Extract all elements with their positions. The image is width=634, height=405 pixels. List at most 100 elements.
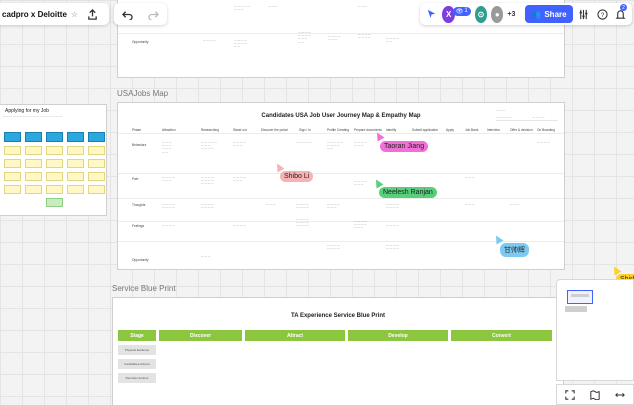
- journey-column-header: Sign / In: [299, 128, 311, 132]
- sticky-note: [88, 172, 105, 181]
- note: — — —: [268, 5, 278, 8]
- lane-candidates-actions: Candidates Actions: [118, 359, 156, 369]
- sticky-note: [67, 159, 84, 168]
- notification-badge: 2: [620, 4, 628, 11]
- applying-frame-title: Applying for my Job: [5, 108, 49, 114]
- pointer-icon[interactable]: [424, 4, 438, 24]
- sticky-note: [4, 185, 21, 194]
- stage-convert: Convert: [451, 330, 552, 341]
- share-label: Share: [544, 9, 567, 19]
- star-icon[interactable]: ☆: [71, 10, 78, 19]
- sticky-note: [67, 185, 84, 194]
- note: — — — — — — — —: [201, 203, 214, 210]
- board-title[interactable]: cadpro x Deloitte: [2, 10, 67, 19]
- blueprint-title: TA Experience Service Blue Print: [290, 313, 386, 319]
- note: — — — — — — — —: [296, 203, 309, 210]
- journey-card: [67, 132, 84, 142]
- sticky-note: [67, 146, 84, 155]
- note: — — — — — — — — — — —: [327, 141, 343, 151]
- reaction-badge[interactable]: 👁 1: [452, 6, 471, 16]
- divider: [118, 33, 564, 34]
- divider: [118, 173, 564, 174]
- journey-row-header: Behaviors: [132, 143, 147, 147]
- journey-card: [25, 132, 42, 142]
- stage-header: Stage: [118, 330, 156, 341]
- note: — — — —— — — —— — — —: [201, 176, 214, 186]
- note: — — — — — — — —: [386, 244, 399, 251]
- stage-develop: Develop: [348, 330, 448, 341]
- note: — — — —— — —: [233, 141, 246, 148]
- sticky-note: [4, 146, 21, 155]
- journey-column-header: On Boarding: [537, 128, 555, 132]
- note: — — — —— — — —— — — —: [296, 218, 309, 228]
- note: — — —: [266, 203, 276, 206]
- journey-column-header: Identify: [386, 128, 397, 132]
- zoom-width-icon[interactable]: [610, 385, 630, 405]
- sticky-note: [25, 159, 42, 168]
- journey-column-header: Researching: [201, 128, 219, 132]
- share-button[interactable]: 👥 Share: [525, 5, 573, 23]
- note: — — — — — — — — — — —: [354, 220, 367, 230]
- note: — — — —: [233, 224, 246, 227]
- sticky-note: [46, 159, 63, 168]
- stage-attract: Attract: [245, 330, 345, 341]
- note: — — — — — — — — — — — —: [201, 141, 217, 151]
- blueprint-frame[interactable]: TA Experience Service Blue Print: [112, 297, 564, 405]
- bottom-right-toolbar: [556, 384, 634, 405]
- journey-column-header: Interview: [487, 128, 500, 132]
- sticky-note: [4, 172, 21, 181]
- note: — — — —— — —: [328, 35, 341, 42]
- note: — — — — — — — — — —: [234, 39, 247, 49]
- redo-icon[interactable]: [144, 4, 164, 24]
- avatar[interactable]: ●: [491, 5, 504, 23]
- journey-row-header: Pain: [132, 177, 139, 181]
- sticky-note: [67, 172, 84, 181]
- sticky-note: [88, 185, 105, 194]
- journey-row-header: Thoughts: [132, 203, 146, 207]
- eye-icon: 👁: [455, 8, 464, 15]
- sticky-note: [25, 146, 42, 155]
- journey-column-header: Profile Creating: [327, 128, 349, 132]
- cursor-label-taoran: Taoran Jiang: [380, 141, 429, 152]
- minimap[interactable]: [556, 279, 634, 381]
- service-frame-label[interactable]: Service Blue Print: [112, 284, 176, 293]
- bell-icon[interactable]: 2: [614, 4, 628, 24]
- note: — — — — — — — —: [327, 244, 340, 251]
- minimap-frame: [565, 306, 587, 312]
- note: — — — — — — — — — — —: [162, 141, 172, 154]
- note: — — —: [510, 203, 520, 206]
- undo-icon[interactable]: [117, 4, 137, 24]
- board-toolbar: cadpro x Deloitte ☆: [0, 3, 109, 25]
- sticky-note: [4, 159, 21, 168]
- sticky-note: [25, 172, 42, 181]
- avatar[interactable]: ⊙: [474, 5, 488, 23]
- sticky-note: [46, 146, 63, 155]
- note: — — —: [465, 176, 475, 179]
- more-collaborators[interactable]: +3: [507, 11, 515, 18]
- journey-column-header: Phase: [132, 128, 142, 132]
- journey-column-header: Stand out: [233, 128, 247, 132]
- note: — — — —— — —: [354, 141, 367, 148]
- note: — — — —: [162, 224, 175, 227]
- people-icon: 👥: [531, 9, 542, 19]
- divider: [118, 198, 564, 199]
- sticky-note: [46, 198, 63, 207]
- lane-physical-evidence: Physical Evidence: [118, 345, 156, 355]
- help-icon[interactable]: ?: [595, 4, 609, 24]
- stage-discover: Discover: [159, 330, 242, 341]
- cursor-label-shibo: Shibo Li: [280, 171, 314, 182]
- top-frame-row-label: Opportunity: [132, 40, 149, 44]
- minimap-viewport[interactable]: [567, 290, 593, 304]
- journey-card: [46, 132, 63, 142]
- note: — — — — — —: [386, 37, 399, 44]
- note: — — — — — — — —: [358, 33, 371, 40]
- note: — — —: [465, 203, 475, 206]
- usajobs-frame-label[interactable]: USAJobs Map: [117, 89, 168, 98]
- collab-toolbar: X 👁 1 ⊙ ● +3 👥 Share ? 2: [420, 3, 632, 25]
- history-toolbar: [114, 3, 167, 25]
- settings-sliders-icon[interactable]: [577, 4, 591, 24]
- reaction-count: 1: [464, 8, 468, 14]
- export-icon[interactable]: [82, 4, 102, 24]
- fit-screen-icon[interactable]: [560, 385, 580, 405]
- map-icon[interactable]: [585, 385, 605, 405]
